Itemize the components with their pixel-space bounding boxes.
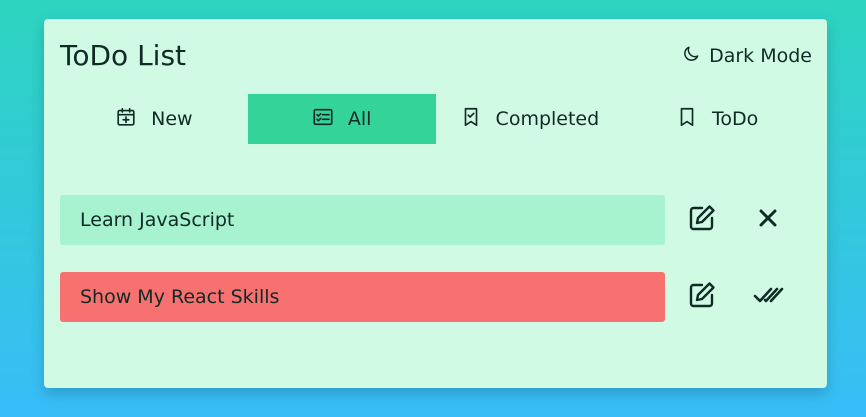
edit-icon: [686, 202, 718, 238]
tab-new[interactable]: New: [60, 94, 248, 144]
tab-completed[interactable]: Completed: [436, 94, 624, 144]
todo-card: ToDo List Dark Mode New All Completed To…: [44, 19, 827, 388]
list-check-icon: [312, 106, 334, 133]
page-title: ToDo List: [60, 39, 187, 72]
todo-item-text[interactable]: Show My React Skills: [60, 272, 665, 322]
dark-mode-toggle[interactable]: Dark Mode: [681, 43, 812, 69]
dark-mode-label: Dark Mode: [709, 45, 812, 67]
tab-all-label: All: [347, 108, 372, 130]
edit-todo-button[interactable]: [684, 279, 720, 315]
double-check-icon: [752, 279, 784, 315]
tab-todo[interactable]: ToDo: [623, 94, 811, 144]
edit-todo-button[interactable]: [684, 202, 720, 238]
todo-item: Show My React Skills: [60, 272, 811, 322]
tab-all[interactable]: All: [247, 94, 436, 144]
complete-todo-button[interactable]: [750, 279, 786, 315]
todo-item-text[interactable]: Learn JavaScript: [60, 195, 665, 245]
moon-icon: [681, 44, 701, 69]
tab-todo-label: ToDo: [711, 108, 759, 130]
edit-icon: [686, 279, 718, 315]
delete-todo-button[interactable]: [750, 202, 786, 238]
close-icon: [752, 202, 784, 238]
calendar-plus-icon: [115, 106, 137, 133]
tab-new-label: New: [151, 108, 193, 130]
filter-tabs: New All Completed ToDo: [60, 94, 811, 144]
todo-item: Learn JavaScript: [60, 195, 811, 245]
tab-completed-label: Completed: [495, 108, 600, 130]
bookmark-icon: [676, 106, 698, 133]
bookmark-check-icon: [460, 106, 482, 133]
